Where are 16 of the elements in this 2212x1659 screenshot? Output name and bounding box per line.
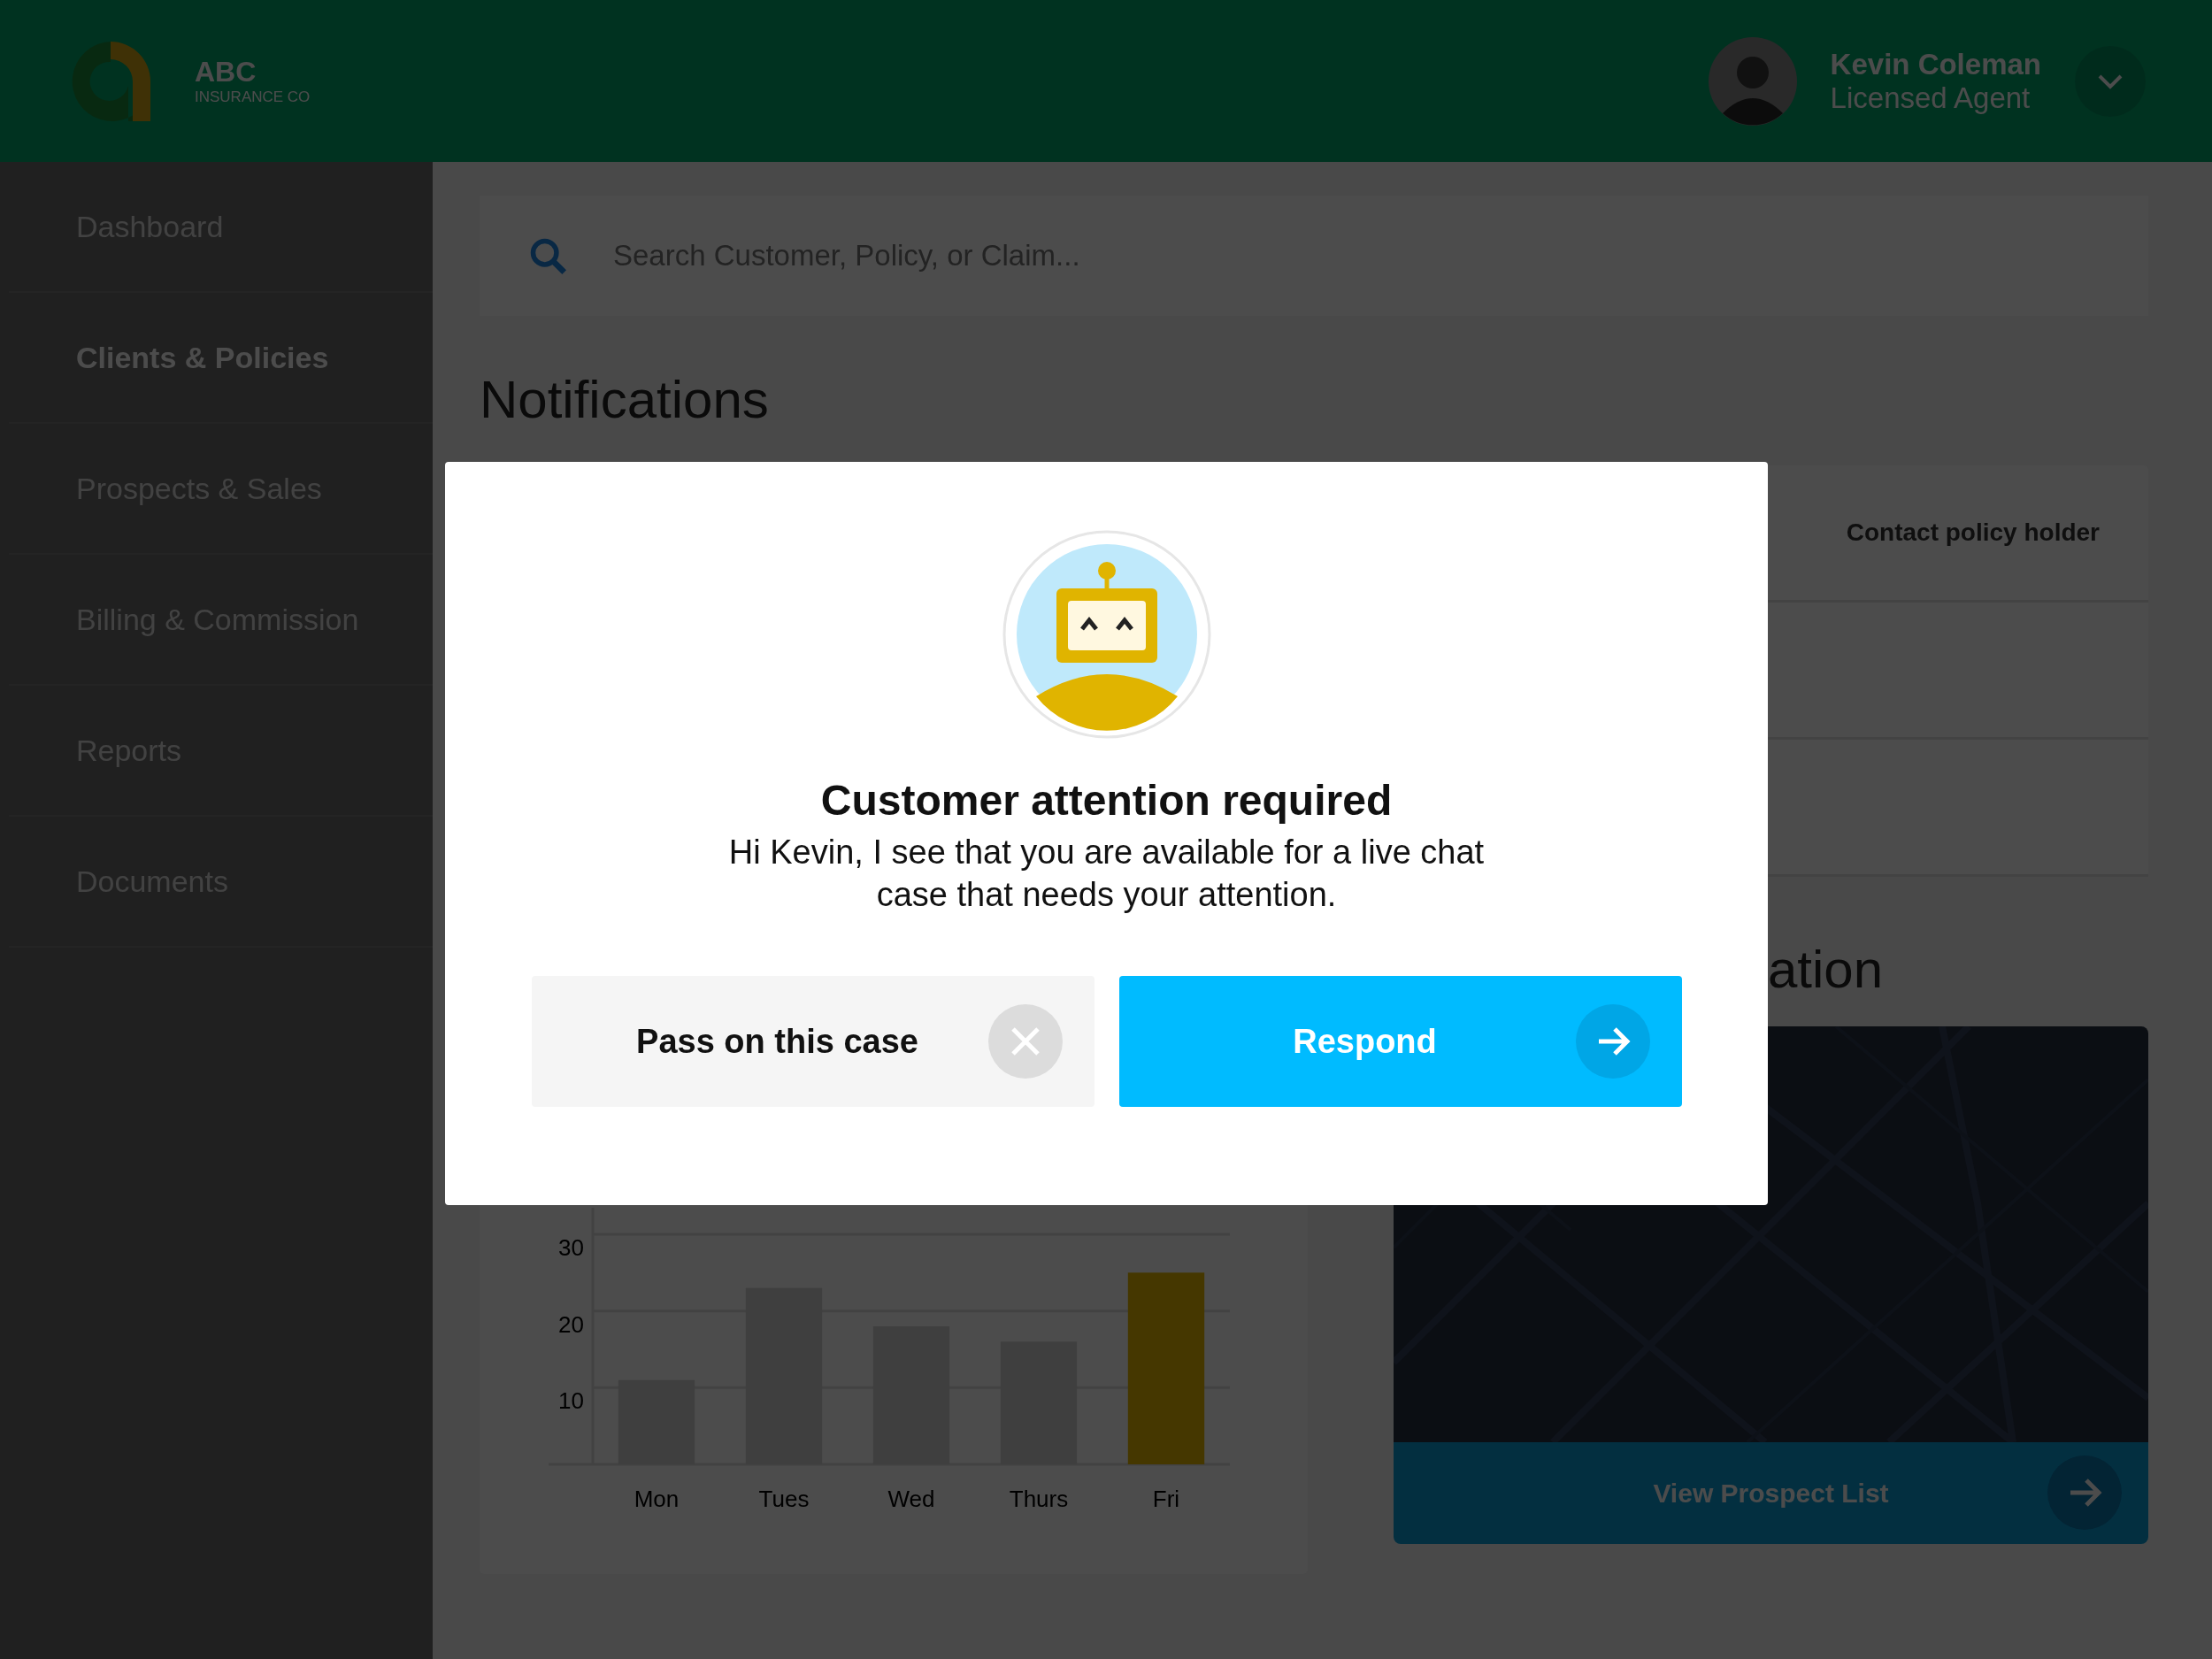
axis-tick-label: 10 [558, 1387, 584, 1415]
axis-category-label: Mon [634, 1486, 680, 1512]
user-name: Kevin Coleman [1830, 47, 2041, 81]
dialog-message: Hi Kevin, I see that you are available for a live chat case that needs your attention. [727, 833, 1486, 915]
axis-category-label: Thurs [1009, 1486, 1069, 1512]
user-role: Licensed Agent [1830, 81, 2032, 115]
axis-category-label: Wed [887, 1486, 935, 1512]
axis-category-label: Fri [1152, 1486, 1180, 1512]
axis-category-label: Tues [758, 1486, 810, 1512]
brand-tagline: INSURANCE CO [195, 88, 311, 106]
section-title: Notifications [480, 369, 770, 430]
brand-name: ABC [195, 56, 257, 88]
axis-tick-label: 30 [558, 1234, 584, 1261]
dialog-title: Customer attention required [820, 776, 1393, 825]
section-title: ation [1768, 939, 1885, 1000]
axis-tick-label: 20 [558, 1310, 584, 1338]
